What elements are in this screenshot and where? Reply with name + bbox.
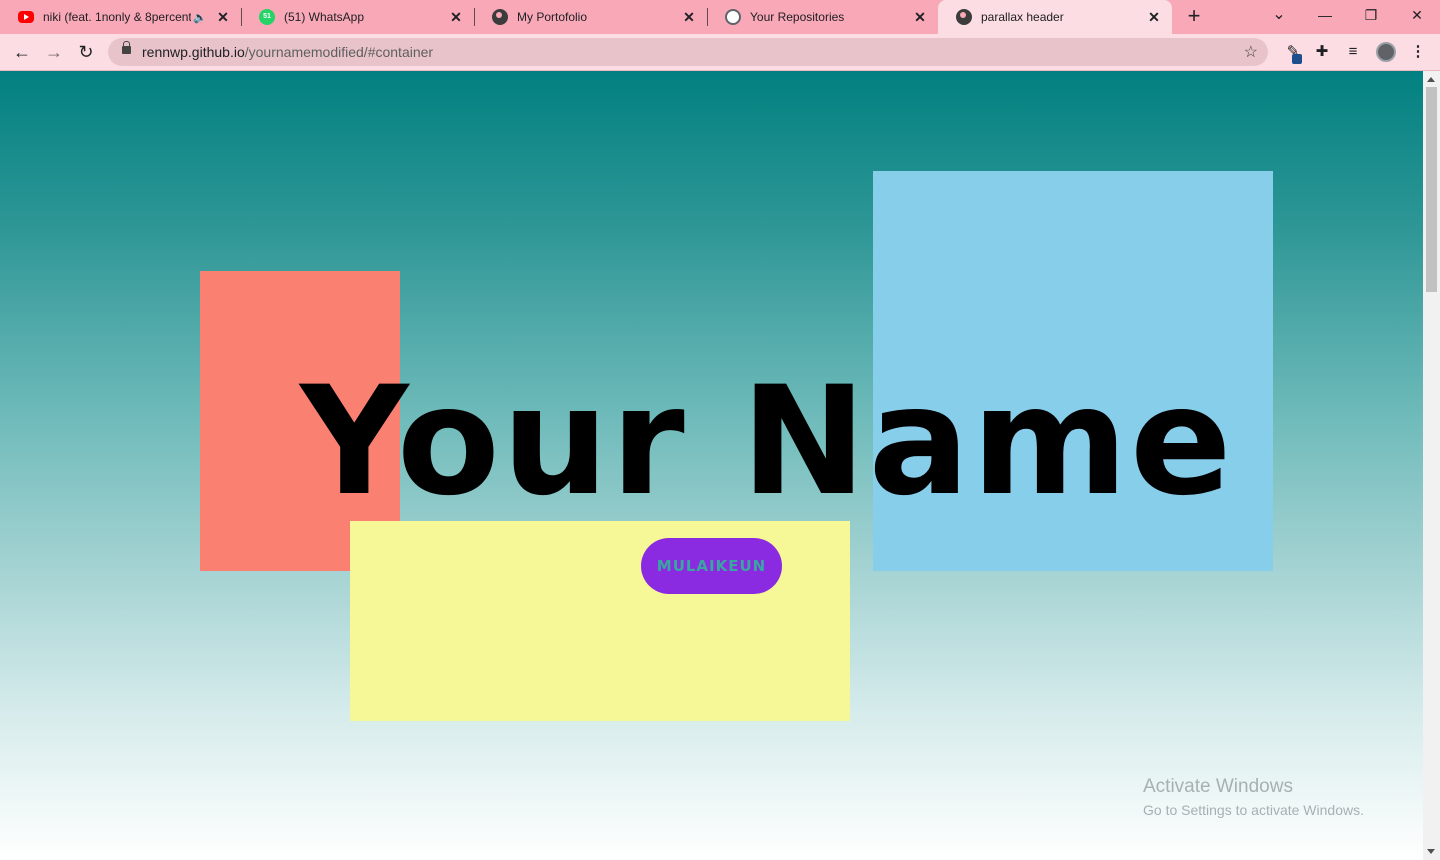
tab-portfolio[interactable]: My Portofolio ✕ [474, 0, 708, 34]
url-path: /yournamemodified/#container [244, 44, 434, 60]
address-bar[interactable]: rennwp.github.io/yournamemodified/#conta… [108, 38, 1268, 66]
close-tab-icon[interactable]: ✕ [912, 9, 928, 25]
profile-avatar[interactable] [1376, 42, 1396, 62]
reload-icon[interactable]: ↻ [72, 38, 100, 66]
media-queue-icon[interactable]: ≡ [1343, 42, 1363, 62]
tab-title: parallax header [981, 10, 1064, 24]
back-icon[interactable]: ← [8, 38, 36, 66]
tab-search-button[interactable]: ⌄ [1256, 0, 1302, 30]
tab-youtube[interactable]: niki (feat. 1nonly & 8percent 🔈 ✕ [0, 0, 242, 34]
scrollbar-thumb[interactable] [1426, 87, 1437, 292]
tab-title: niki (feat. 1nonly & 8percent [43, 10, 191, 24]
tab-whatsapp[interactable]: 51 (51) WhatsApp ✕ [241, 0, 475, 34]
lock-icon[interactable] [122, 41, 131, 54]
globe-icon [956, 9, 972, 25]
watermark-subtitle: Go to Settings to activate Windows. [1143, 802, 1364, 818]
close-tab-icon[interactable]: ✕ [1146, 9, 1162, 25]
minimize-button[interactable]: — [1302, 0, 1348, 30]
page-viewport: Your Name MULAIKEUN Activate Windows Go … [0, 71, 1423, 860]
vertical-scrollbar[interactable] [1423, 71, 1440, 860]
scroll-up-arrow-icon[interactable] [1427, 77, 1435, 82]
hero-title: Your Name [300, 355, 1234, 529]
scroll-down-arrow-icon[interactable] [1427, 849, 1435, 854]
new-tab-button[interactable]: + [1182, 4, 1206, 28]
tab-strip: niki (feat. 1nonly & 8percent 🔈 ✕ 51 (51… [0, 0, 1440, 34]
whatsapp-icon: 51 [259, 9, 275, 25]
extensions-puzzle-icon[interactable]: ✚ [1312, 42, 1332, 62]
github-icon [725, 9, 741, 25]
extension-badge [1292, 54, 1302, 64]
youtube-icon [18, 11, 34, 23]
menu-kebab-icon[interactable]: ⋮ [1408, 42, 1428, 62]
tab-parallax-header[interactable]: parallax header ✕ [938, 0, 1172, 34]
close-tab-icon[interactable]: ✕ [681, 9, 697, 25]
bookmark-star-icon[interactable]: ☆ [1244, 42, 1258, 62]
url-text[interactable]: rennwp.github.io/yournamemodified/#conta… [142, 44, 433, 60]
globe-icon [492, 9, 508, 25]
browser-toolbar: ← → ↻ rennwp.github.io/yournamemodified/… [0, 34, 1440, 71]
start-button[interactable]: MULAIKEUN [641, 538, 782, 594]
speaker-muted-icon[interactable]: 🔈 [193, 11, 207, 24]
windows-activation-watermark: Activate Windows Go to Settings to activ… [1143, 775, 1364, 821]
forward-icon[interactable]: → [40, 38, 68, 66]
close-tab-icon[interactable]: ✕ [215, 9, 231, 25]
close-window-button[interactable]: ✕ [1394, 0, 1440, 30]
watermark-title: Activate Windows [1143, 776, 1293, 797]
tab-title: Your Repositories [750, 10, 845, 24]
tab-title: My Portofolio [517, 10, 588, 24]
restore-button[interactable]: ❐ [1348, 0, 1394, 30]
tab-title: (51) WhatsApp [284, 10, 365, 24]
url-host: rennwp.github.io [142, 44, 245, 60]
tab-repositories[interactable]: Your Repositories ✕ [707, 0, 938, 34]
close-tab-icon[interactable]: ✕ [448, 9, 464, 25]
